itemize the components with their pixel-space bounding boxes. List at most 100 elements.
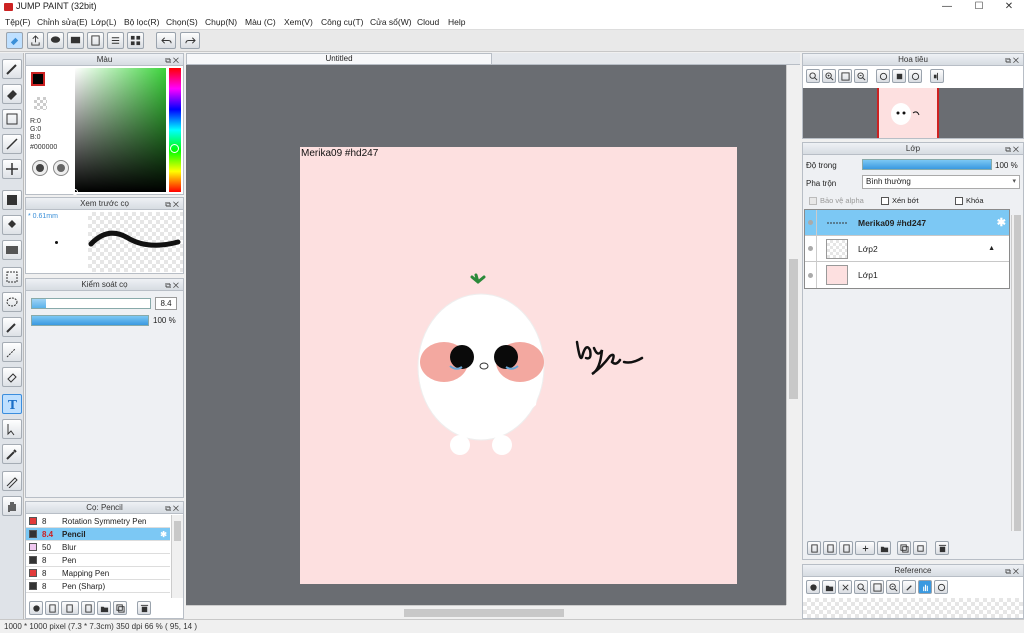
operation-tool-icon[interactable] bbox=[2, 419, 22, 439]
reference-eyedropper-icon[interactable] bbox=[902, 580, 916, 594]
zoom-out-icon[interactable] bbox=[854, 69, 868, 83]
flip-icon[interactable] bbox=[930, 69, 944, 83]
grid-icon[interactable] bbox=[127, 32, 144, 49]
eyedropper-tool-icon[interactable] bbox=[2, 444, 22, 464]
menu-color[interactable]: Màu (C) bbox=[245, 17, 276, 27]
duplicate-icon[interactable] bbox=[113, 601, 127, 615]
new-text-layer-icon[interactable] bbox=[839, 541, 853, 555]
close-button[interactable]: ✕ bbox=[994, 0, 1024, 14]
layer-row[interactable]: Lớp1 bbox=[805, 262, 1009, 288]
color-saturation-picker[interactable] bbox=[72, 68, 166, 195]
layer-visibility-toggle[interactable] bbox=[805, 262, 817, 288]
layer-row-selected[interactable]: Merika09 #hd247 ✱ bbox=[805, 209, 1009, 236]
duplicate-layer-icon[interactable] bbox=[897, 541, 911, 555]
menu-edit[interactable]: Chỉnh sửa(E) bbox=[37, 17, 88, 27]
line-tool-icon[interactable] bbox=[2, 134, 22, 154]
brush-item[interactable]: 8 Mapping Pen bbox=[26, 567, 170, 580]
panel-buttons[interactable]: ⧉✕ bbox=[1005, 144, 1021, 155]
reference-view[interactable] bbox=[803, 598, 1023, 618]
reset-rotation-icon[interactable] bbox=[892, 69, 906, 83]
scrollbar-thumb[interactable] bbox=[789, 259, 798, 399]
brush-item[interactable]: 8 Pen (Sharp) bbox=[26, 580, 170, 593]
canvas-vertical-scrollbar[interactable] bbox=[786, 65, 800, 605]
select-pen-tool-icon[interactable] bbox=[2, 342, 22, 362]
magic-wand-tool-icon[interactable] bbox=[2, 317, 22, 337]
fit-screen-icon[interactable] bbox=[838, 69, 852, 83]
gear-icon[interactable]: ✱ bbox=[160, 530, 167, 539]
brush-size-slider[interactable] bbox=[31, 298, 151, 309]
open-reference-icon[interactable] bbox=[822, 580, 836, 594]
panel-buttons[interactable]: ⧉✕ bbox=[165, 199, 181, 210]
copy-brush-icon[interactable] bbox=[81, 601, 95, 615]
transparent-swatch[interactable] bbox=[34, 97, 47, 110]
menu-tools[interactable]: Công cụ(T) bbox=[321, 17, 364, 27]
lock-checkbox[interactable]: Khóa bbox=[955, 196, 984, 205]
message-icon[interactable] bbox=[67, 32, 84, 49]
list-icon[interactable] bbox=[107, 32, 124, 49]
comment-icon[interactable] bbox=[47, 32, 64, 49]
eraser-toolbar-icon[interactable] bbox=[6, 32, 23, 49]
blend-mode-select[interactable]: Bình thường ▾ bbox=[862, 175, 1020, 189]
scrollbar-thumb[interactable] bbox=[404, 609, 564, 617]
add-layer-menu-icon[interactable] bbox=[855, 541, 875, 555]
maximize-button[interactable]: ☐ bbox=[964, 0, 994, 14]
drawing-canvas[interactable]: Merika09 #hd247 bbox=[300, 147, 737, 584]
bucket-tool-icon[interactable] bbox=[2, 215, 22, 235]
hue-slider-handle[interactable] bbox=[170, 144, 179, 153]
new-raster-layer-icon[interactable] bbox=[823, 541, 837, 555]
close-reference-icon[interactable] bbox=[838, 580, 852, 594]
trash-icon[interactable] bbox=[137, 601, 151, 615]
brush-item[interactable]: 50 Blur bbox=[26, 541, 170, 554]
reference-settings-icon[interactable] bbox=[806, 580, 820, 594]
zoom-in-plus-icon[interactable] bbox=[822, 69, 836, 83]
palette-icon[interactable] bbox=[32, 160, 48, 176]
layer-visibility-toggle[interactable] bbox=[805, 209, 817, 236]
new-layer-icon[interactable] bbox=[807, 541, 821, 555]
scrollbar-thumb[interactable] bbox=[1014, 215, 1021, 531]
navigator-viewport-frame[interactable] bbox=[877, 88, 939, 138]
brush-item[interactable]: 8 Pen bbox=[26, 554, 170, 567]
brush-tool-icon[interactable] bbox=[2, 59, 22, 79]
delete-layer-icon[interactable] bbox=[935, 541, 949, 555]
merge-layer-icon[interactable] bbox=[913, 541, 927, 555]
reference-rotate-icon[interactable] bbox=[934, 580, 948, 594]
brush-settings-icon[interactable] bbox=[29, 601, 43, 615]
menu-filter[interactable]: Bộ lọc(R) bbox=[124, 17, 159, 27]
menu-cloud[interactable]: Cloud bbox=[417, 17, 439, 27]
document-icon[interactable] bbox=[87, 32, 104, 49]
export-icon[interactable] bbox=[27, 32, 44, 49]
menu-view[interactable]: Xem(V) bbox=[284, 17, 313, 27]
menu-help[interactable]: Help bbox=[448, 17, 465, 27]
hand-tool-icon[interactable] bbox=[2, 496, 22, 516]
rectangle-tool-icon[interactable] bbox=[2, 109, 22, 129]
panel-buttons[interactable]: ⧉✕ bbox=[165, 280, 181, 291]
minimize-button[interactable]: — bbox=[932, 0, 962, 14]
canvas-horizontal-scrollbar[interactable] bbox=[186, 605, 786, 619]
layer-list-scrollbar[interactable] bbox=[1011, 215, 1023, 531]
lasso-tool-icon[interactable] bbox=[2, 292, 22, 312]
rotate-right-icon[interactable] bbox=[908, 69, 922, 83]
eraser-tool-icon[interactable] bbox=[2, 84, 22, 104]
brush-size-value[interactable]: 8.4 bbox=[155, 297, 177, 310]
panel-buttons[interactable]: ⧉✕ bbox=[1005, 566, 1021, 577]
menu-select[interactable]: Chọn(S) bbox=[166, 17, 198, 27]
clipping-checkbox[interactable]: Xén bớt bbox=[881, 196, 919, 205]
brush-item[interactable]: 8 Rotation Symmetry Pen bbox=[26, 515, 170, 528]
panel-buttons[interactable]: ⧉✕ bbox=[165, 55, 181, 66]
pen-tool-icon[interactable] bbox=[2, 471, 22, 491]
primary-color-swatch[interactable] bbox=[31, 72, 45, 86]
reference-fit-icon[interactable] bbox=[870, 580, 884, 594]
panel-buttons[interactable]: ⧉✕ bbox=[1005, 55, 1021, 66]
layer-folder-icon[interactable] bbox=[877, 541, 891, 555]
layer-row[interactable]: Lớp2 ▲ bbox=[805, 235, 1009, 262]
panel-buttons[interactable]: ⧉✕ bbox=[165, 503, 181, 514]
navigator-preview[interactable] bbox=[803, 88, 1023, 138]
redo-icon[interactable] bbox=[180, 32, 200, 49]
color-picker-cursor[interactable] bbox=[72, 189, 78, 195]
reference-zoom-out-icon[interactable] bbox=[886, 580, 900, 594]
brush-list-scrollbar[interactable] bbox=[171, 515, 183, 598]
color-set-icon[interactable] bbox=[53, 160, 69, 176]
zoom-in-icon[interactable] bbox=[806, 69, 820, 83]
layer-visibility-toggle[interactable] bbox=[805, 235, 817, 262]
select-eraser-tool-icon[interactable] bbox=[2, 367, 22, 387]
